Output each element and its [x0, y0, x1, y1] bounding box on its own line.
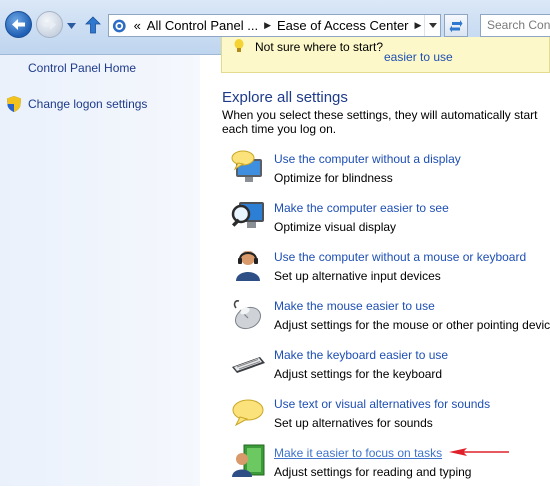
recent-pages-button[interactable]	[65, 20, 77, 32]
explore-heading: Explore all settings	[222, 89, 348, 106]
setting-item-keyboard[interactable]: Make the keyboard easier to use Adjust s…	[230, 345, 550, 389]
chevron-down-icon	[428, 23, 437, 28]
explore-description: When you select these settings, they wil…	[222, 108, 538, 136]
setting-subtitle: Optimize for blindness	[274, 171, 393, 185]
setting-subtitle: Optimize visual display	[274, 220, 397, 234]
chevron-down-icon	[66, 23, 76, 29]
left-navigation-pane: Control Panel Home Change logon settings	[0, 55, 200, 486]
forward-button[interactable]	[36, 11, 63, 38]
breadcrumb-all-control-panel[interactable]: All Control Panel ...	[144, 18, 261, 33]
address-dropdown-button[interactable]	[424, 15, 440, 36]
getting-started-notice: Not sure where to start? easier to use	[221, 37, 550, 73]
control-panel-home-link[interactable]: Control Panel Home	[28, 61, 136, 75]
speech-bubble-icon	[232, 399, 264, 427]
setting-subtitle: Adjust settings for the keyboard	[274, 367, 443, 381]
shield-icon	[7, 96, 21, 112]
setting-title[interactable]: Make the keyboard easier to use	[274, 348, 448, 362]
focus-tasks-icon	[232, 444, 265, 477]
setting-subtitle: Set up alternatives for sounds	[274, 416, 433, 430]
refresh-icon	[449, 19, 463, 32]
lightbulb-icon	[234, 39, 244, 52]
mouse-icon	[233, 300, 262, 330]
setting-item-without-display[interactable]: Use the computer without a display Optim…	[230, 149, 550, 193]
setting-title[interactable]: Use text or visual alternatives for soun…	[274, 397, 490, 411]
speech-bubble-monitor-icon	[231, 150, 262, 182]
change-logon-settings-link[interactable]: Change logon settings	[28, 97, 147, 111]
breadcrumb-ease-of-access[interactable]: Ease of Access Center	[274, 18, 412, 33]
search-input[interactable]: Search Control Panel	[480, 14, 550, 37]
setting-title[interactable]: Use the computer without a mouse or keyb…	[274, 250, 526, 264]
setting-title[interactable]: Use the computer without a display	[274, 152, 461, 166]
breadcrumb-separator-icon[interactable]: ▶	[412, 20, 425, 31]
magnifier-monitor-icon	[231, 202, 264, 228]
setting-item-without-mouse-keyboard[interactable]: Use the computer without a mouse or keyb…	[230, 247, 550, 291]
setting-title[interactable]: Make the mouse easier to use	[274, 299, 435, 313]
keyboard-icon	[232, 357, 265, 373]
up-button[interactable]	[82, 14, 104, 36]
notice-question: Not sure where to start?	[255, 40, 384, 54]
red-arrow-annotation-icon	[449, 448, 509, 456]
back-button[interactable]	[5, 11, 32, 38]
setting-subtitle: Adjust settings for the mouse or other p…	[274, 318, 550, 332]
address-bar[interactable]: « All Control Panel ... ▶ Ease of Access…	[108, 14, 441, 37]
setting-title[interactable]: Make the computer easier to see	[274, 201, 449, 215]
forward-arrow-icon	[43, 19, 56, 30]
setting-item-sound-alternatives[interactable]: Use text or visual alternatives for soun…	[230, 394, 550, 438]
setting-item-mouse[interactable]: Make the mouse easier to use Adjust sett…	[230, 296, 550, 340]
notice-link[interactable]: easier to use	[384, 50, 453, 64]
address-overflow[interactable]: «	[131, 18, 144, 33]
up-arrow-icon	[85, 16, 101, 34]
setting-subtitle: Adjust settings for reading and typing	[274, 465, 472, 479]
breadcrumb-separator-icon[interactable]: ▶	[261, 20, 274, 31]
back-arrow-icon	[12, 19, 25, 30]
setting-title[interactable]: Make it easier to focus on tasks	[274, 446, 442, 460]
control-panel-icon	[112, 19, 126, 32]
setting-subtitle: Set up alternative input devices	[274, 269, 441, 283]
setting-item-easier-to-see[interactable]: Make the computer easier to see Optimize…	[230, 198, 550, 242]
user-headset-icon	[236, 250, 260, 281]
refresh-button[interactable]	[444, 14, 468, 37]
